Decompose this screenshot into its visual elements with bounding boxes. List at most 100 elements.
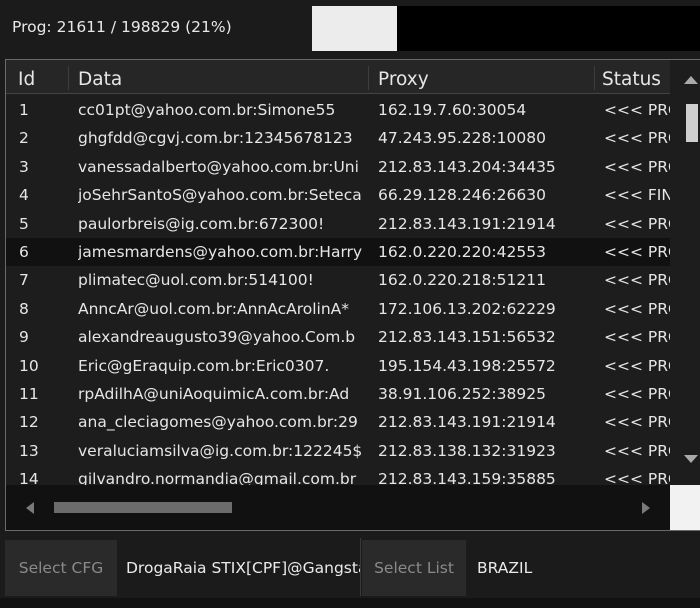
column-header-id[interactable]: Id (18, 69, 35, 90)
cell-proxy: 162.0.220.218:51211 (378, 271, 546, 290)
vertical-scroll-thumb[interactable] (686, 104, 698, 142)
horizontal-scroll-thumb[interactable] (54, 502, 232, 513)
cell-status: <<< PRO (604, 441, 670, 460)
scrollbar-corner (670, 485, 700, 530)
cell-status: <<< FIN (604, 186, 670, 205)
column-divider[interactable] (368, 66, 369, 90)
cell-id: 6 (19, 243, 29, 261)
cell-data: veraluciamsilva@ig.com.br:122245$ (78, 441, 363, 460)
table-row[interactable]: 12 ana_cleciagomes@yahoo.com.br:29 212.83.… (6, 408, 670, 436)
cell-status: <<< PRO (604, 243, 670, 261)
cell-id: 5 (19, 214, 29, 233)
column-divider[interactable] (594, 66, 595, 90)
table-row[interactable]: 5 paulorbreis@ig.com.br:672300! 212.83.143… (6, 210, 670, 238)
cell-id: 13 (19, 441, 39, 460)
cell-data: Eric@gEraquip.com.br:Eric0307. (78, 356, 330, 375)
triangle-up-icon[interactable] (684, 76, 698, 84)
cell-id: 2 (19, 129, 29, 148)
cell-data: ghgfdd@cgvj.com.br:12345678123 (78, 129, 353, 148)
table-row[interactable]: 1 cc01pt@yahoo.com.br:Simone55 162.19.7.60… (6, 96, 670, 124)
cell-proxy: 212.83.143.191:21914 (378, 214, 556, 233)
table-row[interactable]: 10 Eric@gEraquip.com.br:Eric0307. 195.154.… (6, 352, 670, 380)
progress-bar-fill (312, 6, 397, 51)
cell-data: cc01pt@yahoo.com.br:Simone55 (78, 101, 336, 119)
cell-status: <<< PRO (604, 101, 670, 119)
cell-proxy: 38.91.106.252:38925 (378, 385, 546, 403)
cell-proxy: 47.243.95.228:10080 (378, 129, 546, 148)
column-header-proxy[interactable]: Proxy (378, 69, 429, 90)
cfg-value: DrogaRaia STIX[CPF]@Gangsta (126, 559, 360, 577)
table-row[interactable]: 7 plimatec@uol.com.br:514100! 162.0.220.21… (6, 266, 670, 294)
bottom-bar: Select CFG DrogaRaia STIX[CPF]@Gangsta S… (0, 538, 700, 598)
column-divider[interactable] (68, 66, 69, 90)
progress-current: 21611 (56, 18, 106, 36)
triangle-right-icon[interactable] (642, 502, 650, 514)
cell-data: alexandreaugusto39@yahoo.Com.b (78, 328, 356, 347)
cell-status: <<< PRO (604, 413, 670, 432)
grid-header: Id Data Proxy Status (6, 60, 670, 94)
column-header-status[interactable]: Status (602, 69, 661, 90)
cell-status: <<< PRO (604, 470, 670, 485)
horizontal-scrollbar[interactable] (6, 485, 670, 530)
cell-status: <<< PRO (604, 271, 670, 290)
vertical-scrollbar[interactable] (670, 60, 700, 485)
cell-data: joSehrSantoS@yahoo.com.br:Seteca (78, 186, 362, 205)
cell-proxy: 212.83.143.204:34435 (378, 157, 556, 176)
cell-proxy: 212.83.138.132:31923 (378, 441, 556, 460)
progress-percent: (21%) (185, 18, 232, 36)
list-value: BRAZIL (477, 559, 533, 577)
cell-status: <<< PRO (604, 299, 670, 318)
cell-status: <<< PRO (604, 157, 670, 176)
cell-id: 9 (19, 328, 29, 347)
cell-id: 14 (19, 470, 39, 485)
grid-rows: 1 cc01pt@yahoo.com.br:Simone55 162.19.7.60… (6, 96, 670, 485)
cell-proxy: 212.83.143.159:35885 (378, 470, 556, 485)
progress-label: Prog: (12, 18, 52, 36)
table-row[interactable]: 14 gilvandro.normandia@gmail.com.br 212.83… (6, 465, 670, 485)
cell-proxy: 212.83.143.151:56532 (378, 328, 556, 347)
table-row[interactable]: 13 veraluciamsilva@ig.com.br:122245$ 212.8… (6, 437, 670, 465)
cell-data: AnncAr@uol.com.br:AnnAcArolinA* (78, 299, 349, 318)
cell-status: <<< PRO (604, 385, 670, 403)
cell-proxy: 162.19.7.60:30054 (378, 101, 527, 119)
progress-total: 198829 (121, 18, 181, 36)
table-row[interactable]: 6 jamesmardens@yahoo.com.br:Harry 162.0.22… (6, 238, 670, 267)
progress-text: Prog: 21611 / 198829 (21%) (12, 18, 232, 36)
cell-id: 3 (19, 157, 29, 176)
triangle-down-icon[interactable] (684, 455, 698, 463)
cell-id: 11 (19, 385, 39, 403)
cell-data: rpAdilhA@uniAoquimicA.com.br:Ad (78, 385, 350, 403)
table-row[interactable]: 4 joSehrSantoS@yahoo.com.br:Seteca 66.29.1… (6, 181, 670, 209)
triangle-left-icon[interactable] (26, 502, 34, 514)
cell-id: 7 (19, 271, 29, 290)
cell-data: vanessadalberto@yahoo.com.br:Uni (78, 157, 359, 176)
cell-status: <<< PRO (604, 328, 670, 347)
column-header-data[interactable]: Data (78, 69, 122, 90)
cell-id: 1 (19, 101, 29, 119)
cell-status: <<< PRO (604, 214, 670, 233)
cell-data: ana_cleciagomes@yahoo.com.br:29 (78, 413, 358, 432)
table-row[interactable]: 8 AnncAr@uol.com.br:AnnAcArolinA* 172.106.… (6, 295, 670, 323)
cell-proxy: 195.154.43.198:25572 (378, 356, 556, 375)
cell-data: gilvandro.normandia@gmail.com.br (78, 470, 357, 485)
bottom-divider (360, 538, 361, 596)
cell-proxy: 212.83.143.191:21914 (378, 413, 556, 432)
table-row[interactable]: 2 ghgfdd@cgvj.com.br:12345678123 47.243.95… (6, 124, 670, 152)
top-bar: Prog: 21611 / 198829 (21%) (0, 0, 700, 58)
results-grid[interactable]: Id Data Proxy Status 1 cc01pt@yahoo.com.b… (5, 59, 700, 531)
cell-proxy: 172.106.13.202:62229 (378, 299, 556, 318)
table-row[interactable]: 3 vanessadalberto@yahoo.com.br:Uni 212.83.… (6, 153, 670, 181)
select-cfg-button[interactable]: Select CFG (5, 540, 117, 596)
progress-bar-track (397, 6, 700, 51)
cell-data: jamesmardens@yahoo.com.br:Harry (78, 243, 363, 261)
cell-proxy: 66.29.128.246:26630 (378, 186, 546, 205)
cell-id: 4 (19, 186, 29, 205)
cell-data: plimatec@uol.com.br:514100! (78, 271, 314, 290)
select-list-button[interactable]: Select List (362, 540, 466, 596)
bottom-strip (0, 598, 700, 608)
table-row[interactable]: 9 alexandreaugusto39@yahoo.Com.b 212.83.14… (6, 323, 670, 351)
cell-status: <<< PRO (604, 129, 670, 148)
table-row[interactable]: 11 rpAdilhA@uniAoquimicA.com.br:Ad 38.91.1… (6, 380, 670, 408)
cell-id: 12 (19, 413, 39, 432)
cell-proxy: 162.0.220.220:42553 (378, 243, 546, 261)
